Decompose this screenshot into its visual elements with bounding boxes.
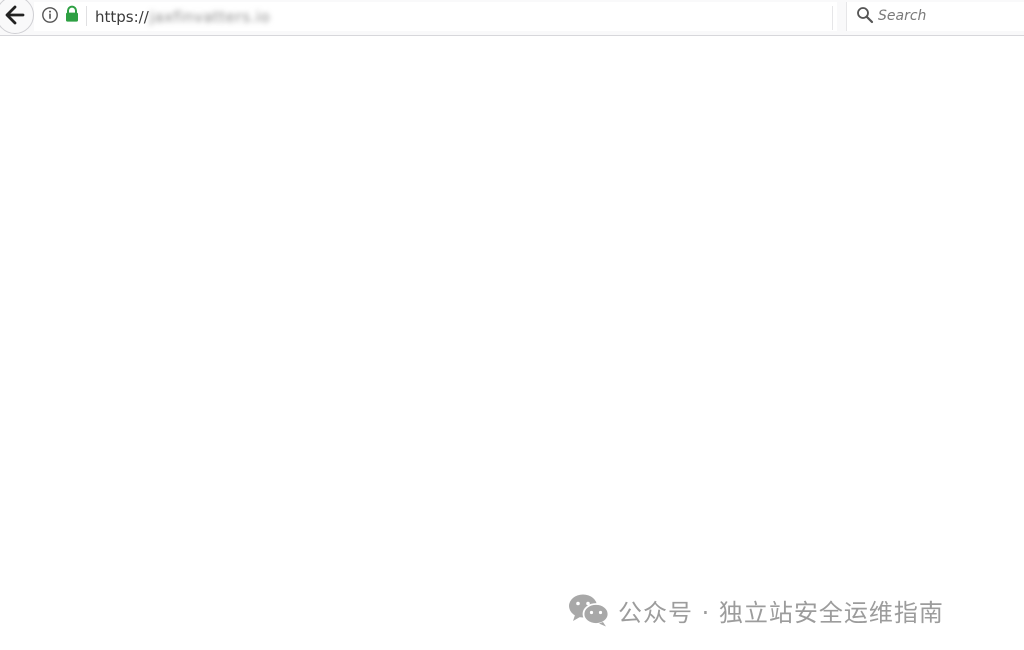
navigation-toolbar: https:// jaxfinvatters.io [0, 0, 1024, 36]
page-content [0, 36, 1024, 650]
lock-icon[interactable] [64, 5, 80, 23]
url-text[interactable]: https:// jaxfinvatters.io [95, 7, 270, 27]
address-bar[interactable]: https:// jaxfinvatters.io [34, 2, 858, 31]
search-icon [856, 6, 874, 24]
url-host-blurred: jaxfinvatters.io [149, 8, 271, 26]
back-button[interactable] [0, 0, 34, 34]
browser-window: https:// jaxfinvatters.io Search 公众号 · 独… [0, 0, 1024, 650]
wechat-logo-icon [569, 594, 610, 627]
info-icon[interactable] [41, 6, 59, 24]
url-scheme: https:// [95, 8, 149, 26]
watermark: 公众号 · 独立站安全运维指南 [568, 590, 944, 630]
reload-divider [832, 6, 833, 30]
search-bar[interactable] [846, 2, 1024, 31]
watermark-text: 公众号 · 独立站安全运维指南 [618, 598, 944, 627]
arrow-left-icon [5, 5, 25, 25]
search-input[interactable] [878, 5, 1018, 27]
url-divider [86, 6, 87, 26]
